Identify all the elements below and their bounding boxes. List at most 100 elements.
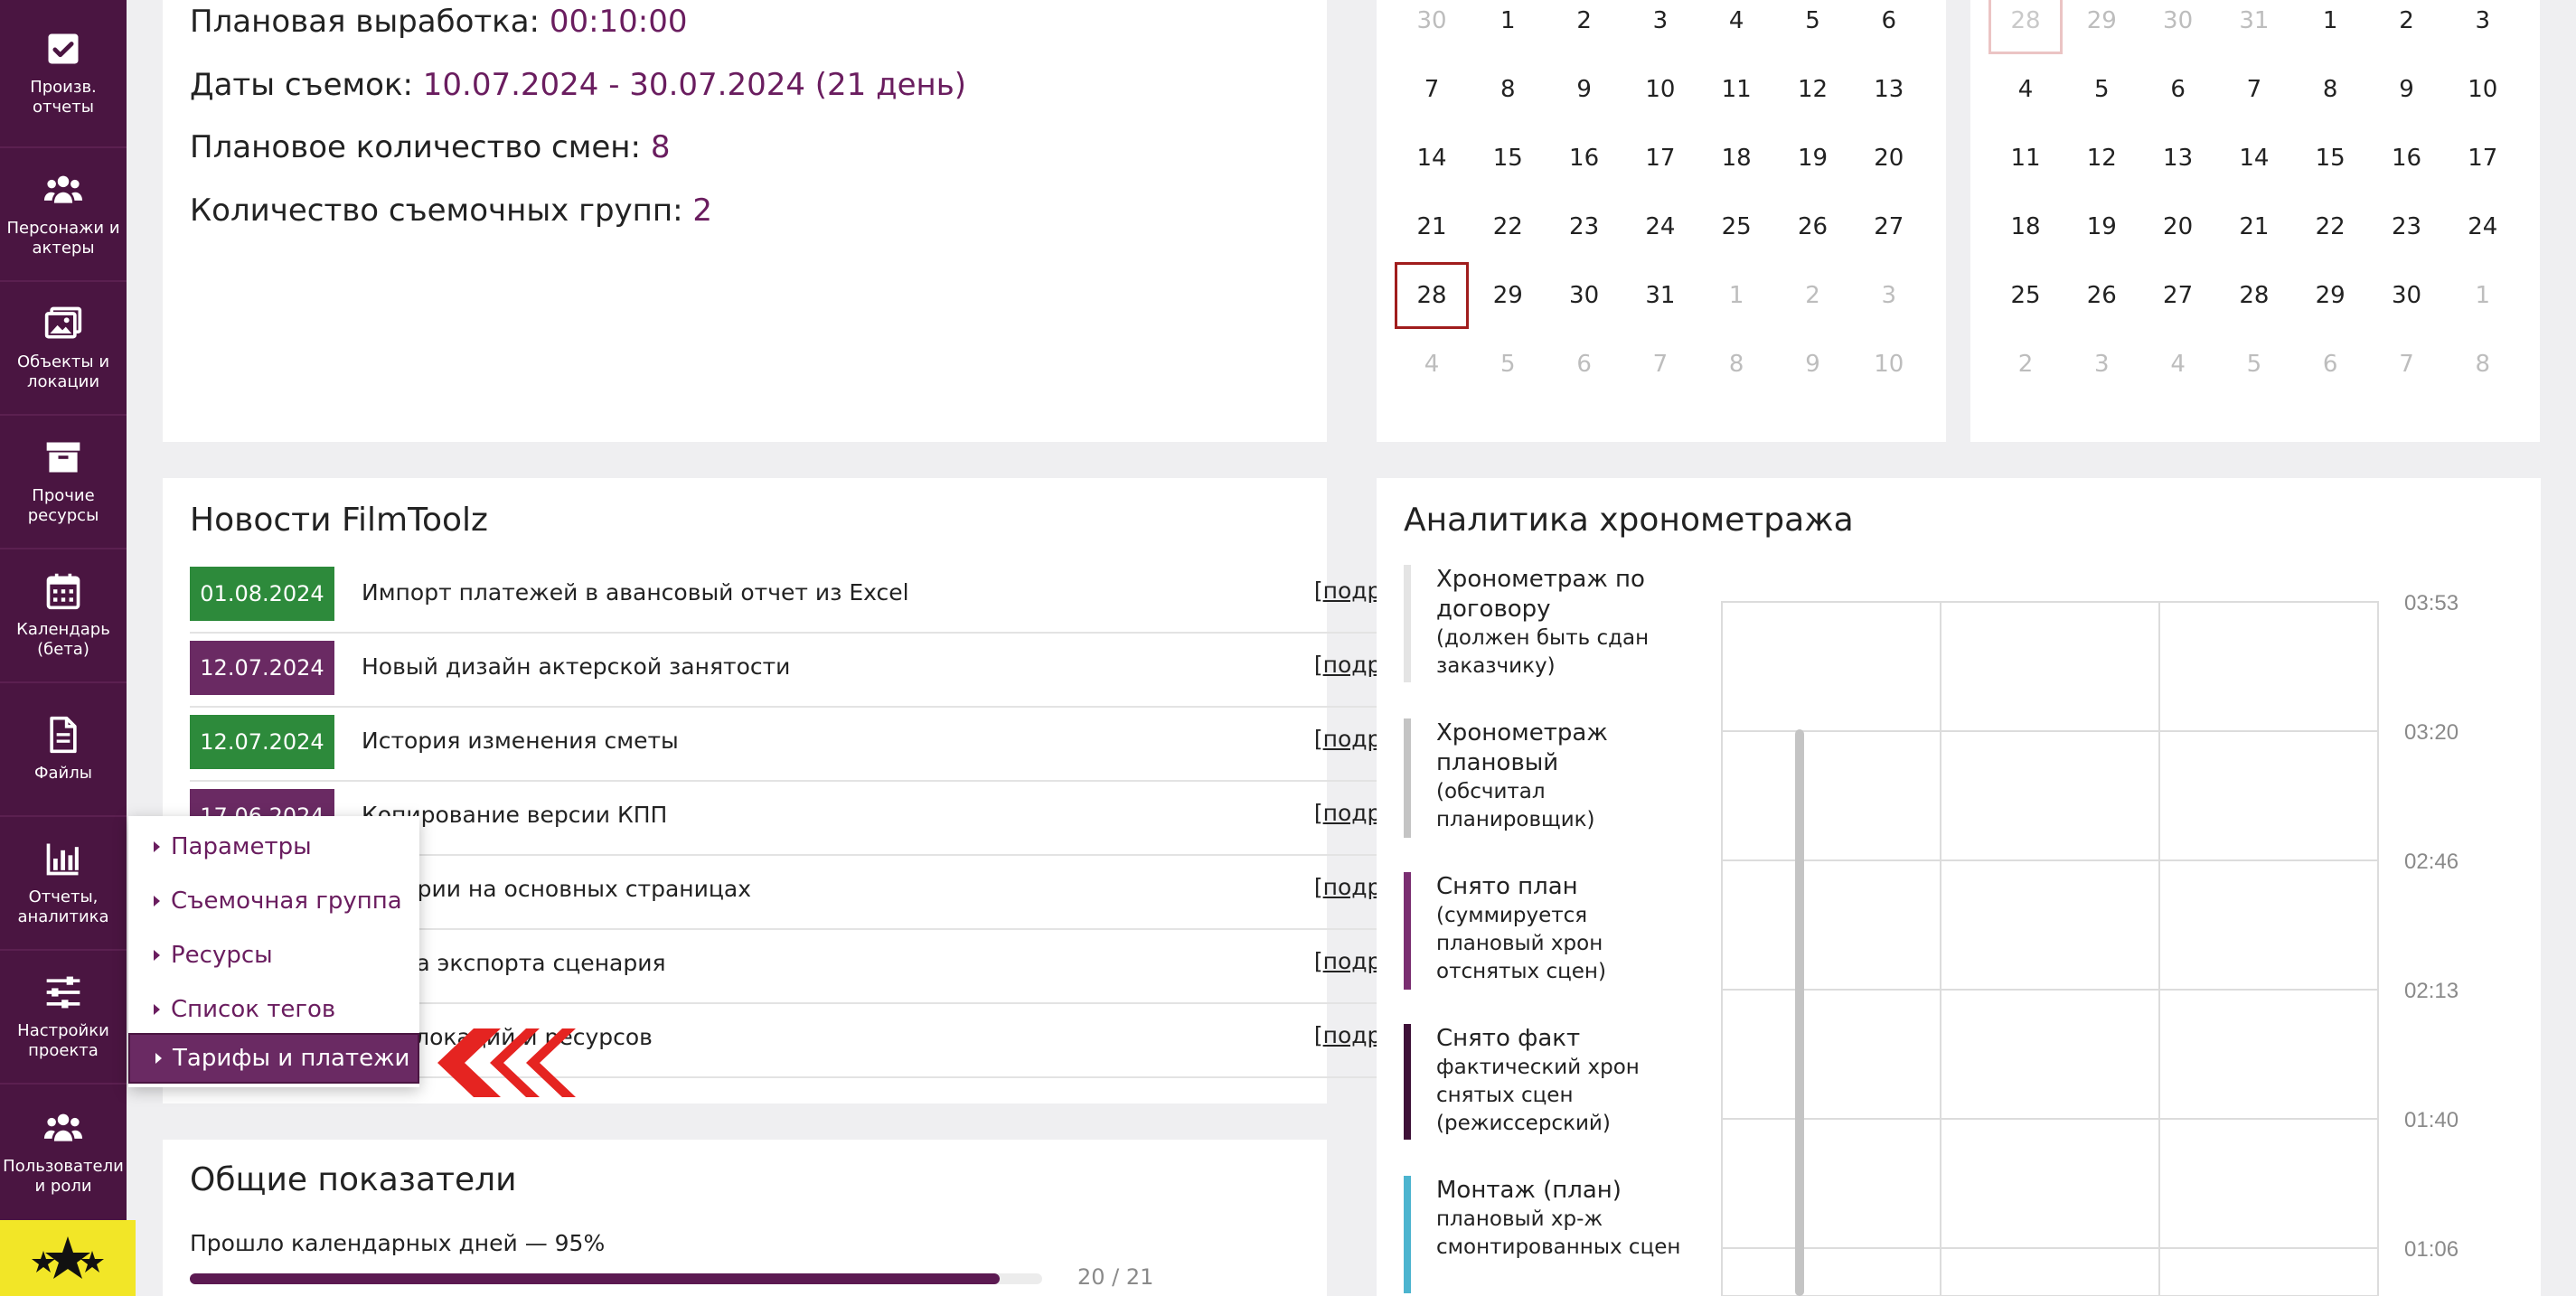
calendar-day[interactable]: 23	[1547, 193, 1622, 260]
menu-item[interactable]: Список тегов	[128, 984, 419, 1035]
calendar-day[interactable]: 24	[2446, 193, 2520, 260]
calendar-day[interactable]: 8	[1471, 56, 1545, 123]
calendar-day[interactable]: 13	[2141, 125, 2215, 192]
calendar-day[interactable]: 18	[1699, 125, 1773, 192]
calendar-day[interactable]: 2	[1547, 0, 1622, 54]
calendar-day[interactable]: 26	[1776, 193, 1850, 260]
calendar-day[interactable]: 9	[2370, 56, 2444, 123]
calendar-day[interactable]: 15	[1471, 125, 1545, 192]
calendar-day[interactable]: 5	[2217, 331, 2291, 398]
calendar-day[interactable]: 17	[2446, 125, 2520, 192]
calendar-day[interactable]: 12	[2064, 125, 2139, 192]
sidebar-item-calendar[interactable]: Календарь (бета)	[0, 549, 127, 683]
calendar-day[interactable]: 5	[1776, 0, 1850, 54]
calendar-day[interactable]: 1	[2446, 262, 2520, 329]
calendar-day[interactable]: 11	[1699, 56, 1773, 123]
calendar-day[interactable]: 1	[1699, 262, 1773, 329]
calendar-day[interactable]: 6	[1547, 331, 1622, 398]
calendar-day[interactable]: 31	[1623, 262, 1697, 329]
calendar-day[interactable]: 8	[1699, 331, 1773, 398]
calendar-day[interactable]: 28	[2217, 262, 2291, 329]
calendar-day[interactable]: 8	[2446, 331, 2520, 398]
calendar-day[interactable]: 7	[2370, 331, 2444, 398]
calendar-day[interactable]: 22	[2293, 193, 2367, 260]
menu-item[interactable]: Параметры	[128, 822, 419, 872]
calendar-day[interactable]: 10	[2446, 56, 2520, 123]
calendar-day[interactable]: 26	[2064, 262, 2139, 329]
sidebar-item-reports-analytics[interactable]: Отчеты, аналитика	[0, 817, 127, 951]
calendar-day[interactable]: 1	[2293, 0, 2367, 54]
calendar-day[interactable]: 3	[2446, 0, 2520, 54]
sidebar-item-project-settings[interactable]: Настройки проекта	[0, 951, 127, 1085]
calendar-day[interactable]: 7	[1623, 331, 1697, 398]
calendar-day[interactable]: 19	[2064, 193, 2139, 260]
calendar-day[interactable]: 4	[1395, 331, 1469, 398]
calendar-day[interactable]: 30	[2370, 262, 2444, 329]
calendar-day[interactable]: 21	[1395, 193, 1469, 260]
calendar-day[interactable]: 14	[1395, 125, 1469, 192]
y-tick-label: 01:40	[2404, 1108, 2458, 1132]
sidebar-item-other-resources[interactable]: Прочие ресурсы	[0, 416, 127, 549]
sidebar-item-users-roles[interactable]: Пользователи и роли	[0, 1085, 127, 1220]
menu-item[interactable]: Съемочная группа	[128, 876, 419, 926]
sidebar-item-locations[interactable]: Объекты и локации	[0, 282, 127, 416]
calendar-day[interactable]: 21	[2217, 193, 2291, 260]
calendar-day[interactable]: 2	[2370, 0, 2444, 54]
calendar-day[interactable]: 2	[1776, 262, 1850, 329]
calendar-day[interactable]: 3	[1623, 0, 1697, 54]
calendar-day[interactable]: 18	[1988, 193, 2063, 260]
calendar-day[interactable]: 5	[1471, 331, 1545, 398]
calendar-day[interactable]: 4	[1699, 0, 1773, 54]
calendar-day[interactable]: 31	[2217, 0, 2291, 54]
calendar-day[interactable]: 3	[1852, 262, 1926, 329]
calendar-day[interactable]: 13	[1852, 56, 1926, 123]
calendar-day[interactable]: 30	[1395, 0, 1469, 54]
calendar-day[interactable]: 17	[1623, 125, 1697, 192]
calendar-day[interactable]: 3	[2064, 331, 2139, 398]
calendar-day[interactable]: 4	[1988, 56, 2063, 123]
calendar-day[interactable]: 6	[2293, 331, 2367, 398]
sidebar-item-files[interactable]: Файлы	[0, 683, 127, 817]
calendar-day[interactable]: 12	[1776, 56, 1850, 123]
calendar-day[interactable]: 25	[1988, 262, 2063, 329]
calendar-day[interactable]: 1	[1471, 0, 1545, 54]
calendar-day[interactable]: 4	[2141, 331, 2215, 398]
calendar-day[interactable]: 29	[1471, 262, 1545, 329]
calendar-day[interactable]: 16	[1547, 125, 1622, 192]
calendar-day[interactable]: 29	[2293, 262, 2367, 329]
calendar-day[interactable]: 20	[1852, 125, 1926, 192]
calendar-day[interactable]: 28	[1988, 0, 2063, 54]
calendar-day[interactable]: 30	[2141, 0, 2215, 54]
calendar-day[interactable]: 27	[2141, 262, 2215, 329]
calendar-day[interactable]: 8	[2293, 56, 2367, 123]
sidebar-item-characters[interactable]: Персонажи и актеры	[0, 148, 127, 282]
calendar-day[interactable]: 20	[2141, 193, 2215, 260]
calendar-day[interactable]: 23	[2370, 193, 2444, 260]
calendar-day[interactable]: 16	[2370, 125, 2444, 192]
calendar-day[interactable]: 9	[1776, 331, 1850, 398]
calendar-day[interactable]: 27	[1852, 193, 1926, 260]
calendar-day[interactable]: 2	[1988, 331, 2063, 398]
calendar-day[interactable]: 14	[2217, 125, 2291, 192]
calendar-day[interactable]: 6	[2141, 56, 2215, 123]
sidebar-item-production-reports[interactable]: Произв. отчеты	[0, 0, 127, 148]
calendar-day[interactable]: 11	[1988, 125, 2063, 192]
calendar-day[interactable]: 7	[1395, 56, 1469, 123]
calendar-day[interactable]: 6	[1852, 0, 1926, 54]
menu-item[interactable]: Ресурсы	[128, 930, 419, 981]
calendar-day[interactable]: 29	[2064, 0, 2139, 54]
calendar-day[interactable]: 10	[1852, 331, 1926, 398]
calendar-day[interactable]: 5	[2064, 56, 2139, 123]
calendar-day[interactable]: 15	[2293, 125, 2367, 192]
stars-button[interactable]	[0, 1220, 136, 1296]
calendar-day[interactable]: 28	[1395, 262, 1469, 329]
calendar-day[interactable]: 24	[1623, 193, 1697, 260]
menu-item[interactable]: Тарифы и платежи	[128, 1033, 419, 1084]
calendar-day[interactable]: 7	[2217, 56, 2291, 123]
calendar-day[interactable]: 22	[1471, 193, 1545, 260]
calendar-day[interactable]: 9	[1547, 56, 1622, 123]
calendar-day[interactable]: 25	[1699, 193, 1773, 260]
calendar-day[interactable]: 10	[1623, 56, 1697, 123]
calendar-day[interactable]: 30	[1547, 262, 1622, 329]
calendar-day[interactable]: 19	[1776, 125, 1850, 192]
